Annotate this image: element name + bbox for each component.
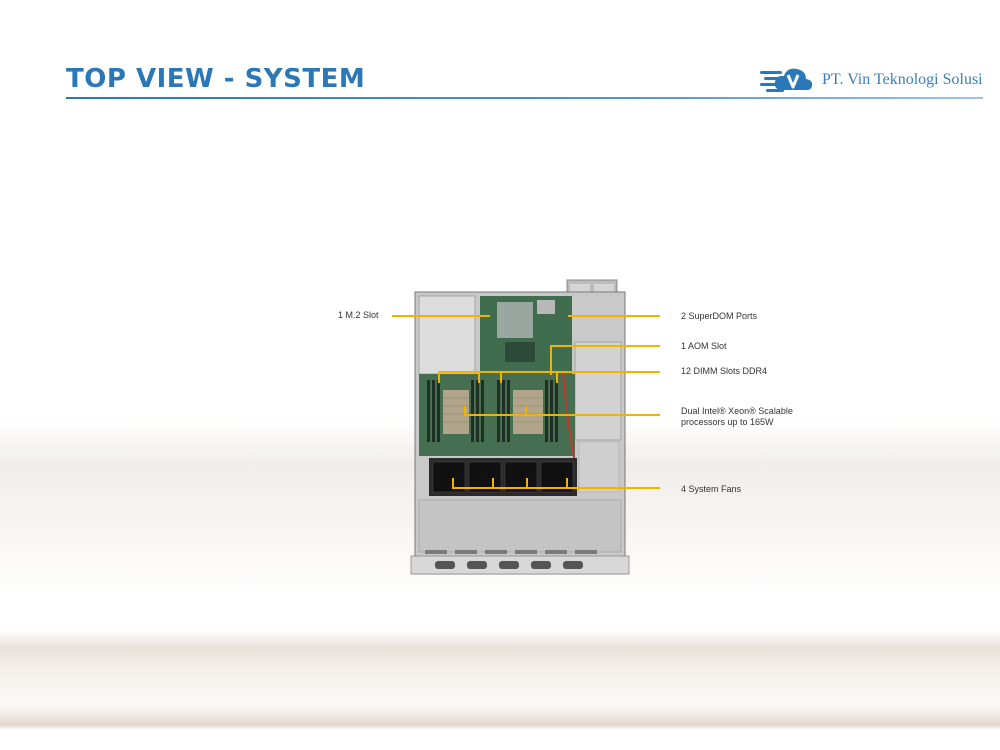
- leader-superdom: [568, 315, 660, 317]
- callout-m2-slot: 1 M.2 Slot: [338, 310, 379, 320]
- leader-cpu-drop-2: [525, 406, 527, 414]
- company-name: PT. Vin Teknologi Solusi: [822, 71, 983, 88]
- leader-dimm-drop-3: [500, 371, 502, 383]
- leader-fans-drop-1: [452, 478, 454, 487]
- leader-dimm: [438, 371, 660, 373]
- leader-dimm-drop-2: [478, 371, 480, 383]
- leader-fans-drop-2: [492, 478, 494, 487]
- leader-aom: [550, 345, 660, 347]
- leader-cpu-drop-1: [464, 406, 466, 414]
- server-chassis-image: [410, 279, 630, 575]
- callout-cpu-line2: processors up to 165W: [681, 417, 774, 427]
- leader-m2-slot: [392, 315, 490, 317]
- callout-cpu-line1: Dual Intel® Xeon® Scalable: [681, 406, 793, 416]
- leader-cpu: [464, 414, 660, 416]
- callout-aom: 1 AOM Slot: [681, 341, 727, 351]
- leader-fans-drop-4: [566, 478, 568, 487]
- leader-dimm-drop-4: [556, 371, 558, 383]
- background-band-lower: [0, 630, 1000, 730]
- title-underline: [66, 97, 983, 99]
- callout-superdom: 2 SuperDOM Ports: [681, 311, 758, 321]
- leader-fans: [452, 487, 660, 489]
- leader-fans-drop-3: [526, 478, 528, 487]
- slide-title: TOP VIEW - SYSTEM: [66, 64, 366, 94]
- leader-dimm-drop-1: [438, 371, 440, 383]
- callout-fans: 4 System Fans: [681, 484, 742, 494]
- callout-dimm: 12 DIMM Slots DDR4: [681, 366, 768, 376]
